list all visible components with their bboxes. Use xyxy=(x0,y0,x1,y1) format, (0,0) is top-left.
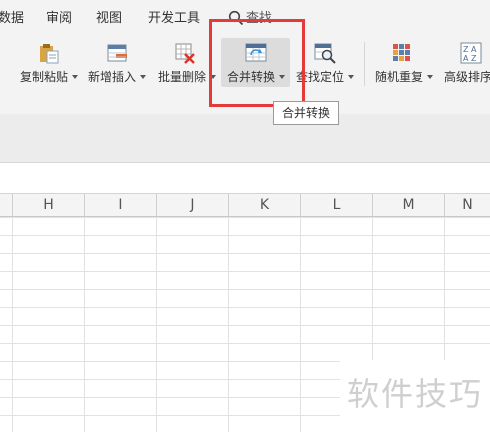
highlight-box xyxy=(209,19,305,107)
formula-bar-area xyxy=(0,114,490,163)
watermark-text: 软件技巧 xyxy=(347,375,484,413)
column-header-m[interactable]: M xyxy=(373,194,445,216)
svg-text:A: A xyxy=(463,54,469,63)
tab-review[interactable]: 审阅 xyxy=(46,10,72,28)
column-header-row: H I J K L M N xyxy=(0,193,490,217)
tab-developer-tools[interactable]: 开发工具 xyxy=(148,10,200,28)
batch-delete-label: 批量删除 xyxy=(158,70,207,84)
grid-column-line xyxy=(300,217,301,432)
grid-column-line xyxy=(84,217,85,432)
grid-column-line xyxy=(12,217,13,432)
clipboard-icon xyxy=(40,44,59,64)
column-header-n[interactable]: N xyxy=(445,194,490,216)
column-header-i[interactable]: I xyxy=(85,194,157,216)
copy-paste-button[interactable]: 复制粘贴 xyxy=(18,36,80,112)
grid-column-line xyxy=(156,217,157,432)
chevron-down-icon xyxy=(427,75,433,79)
advanced-sort-label: 高级排序 xyxy=(444,70,490,84)
random-repeat-button[interactable]: 随机重复 xyxy=(373,36,435,112)
insert-label: 新增插入 xyxy=(88,70,137,84)
copy-paste-label: 复制粘贴 xyxy=(20,70,69,84)
svg-text:Z: Z xyxy=(463,45,469,54)
tab-data[interactable]: 数据 xyxy=(0,10,24,28)
chevron-down-icon xyxy=(348,75,354,79)
ribbon-divider xyxy=(364,42,365,86)
sort-az-icon: Z A A Z xyxy=(460,42,482,64)
column-header-l[interactable]: L xyxy=(301,194,373,216)
random-repeat-label: 随机重复 xyxy=(375,70,424,84)
insert-row-icon xyxy=(107,44,127,62)
find-locate-icon xyxy=(314,43,336,64)
chevron-down-icon xyxy=(72,75,78,79)
svg-text:A: A xyxy=(471,45,477,54)
column-header-k[interactable]: K xyxy=(229,194,301,216)
sheet-top-strip xyxy=(0,163,490,193)
chevron-down-icon xyxy=(140,75,146,79)
tab-view[interactable]: 视图 xyxy=(96,10,122,28)
column-header-h[interactable]: H xyxy=(13,194,85,216)
grid-column-line xyxy=(228,217,229,432)
column-header-j[interactable]: J xyxy=(157,194,229,216)
spreadsheet-window: 数据 审阅 视图 开发工具 查找 复制粘贴 新增插入 批量删除 合并转换 查找定… xyxy=(0,0,490,432)
random-repeat-icon xyxy=(393,44,410,61)
delete-table-icon xyxy=(175,43,195,64)
svg-text:Z: Z xyxy=(471,54,477,63)
advanced-sort-button[interactable]: Z A A Z 高级排序 xyxy=(442,36,490,112)
insert-button[interactable]: 新增插入 xyxy=(86,36,148,112)
column-header-stub[interactable] xyxy=(0,194,13,216)
tooltip: 合并转换 xyxy=(273,101,339,125)
